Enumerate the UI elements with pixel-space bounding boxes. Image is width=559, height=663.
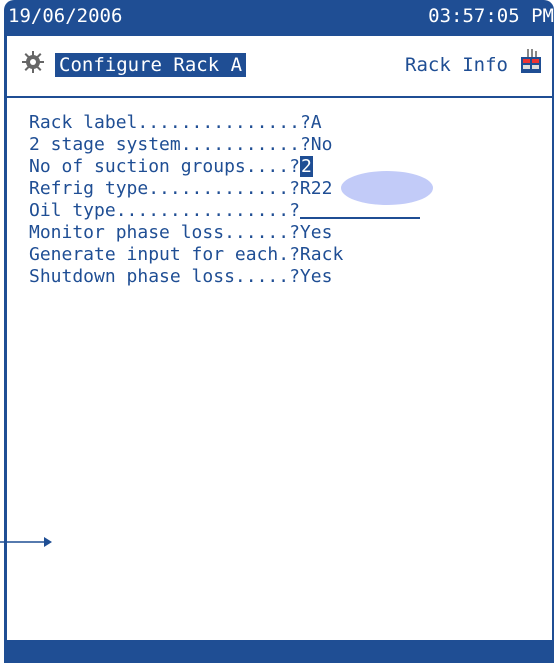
screen-header: Configure Rack A Rack Info (7, 36, 552, 98)
empty-value-field[interactable] (299, 203, 420, 219)
rack-info-icon[interactable] (516, 46, 546, 76)
field-row-monitor-phase-loss[interactable]: Monitor phase loss......?Yes (29, 222, 420, 244)
pointer-arrow-icon (0, 537, 52, 547)
field-value: ?No (299, 134, 333, 155)
rack-info-label[interactable]: Rack Info (405, 53, 508, 77)
field-list: Rack label...............?A 2 stage syst… (29, 112, 420, 288)
gear-icon (22, 51, 44, 73)
rack-config-panel: Rack label...............?A 2 stage syst… (7, 98, 552, 640)
field-label: Monitor phase loss...... (29, 222, 290, 243)
field-label: Shutdown phase loss..... (29, 266, 290, 287)
time-display: 03:57:05 PM (428, 5, 554, 27)
field-value: ?Yes (289, 222, 333, 243)
field-value-prefix: ? (289, 200, 300, 221)
field-label: 2 stage system........... (29, 134, 300, 155)
field-value: ?Rack (289, 244, 344, 265)
text-cursor-value[interactable]: 2 (299, 156, 313, 177)
field-row-generate-input[interactable]: Generate input for each.?Rack (29, 244, 420, 266)
field-label: Generate input for each. (29, 244, 290, 265)
status-bar: 19/06/2006 03:57:05 PM (4, 0, 554, 36)
field-row-shutdown-phase-loss[interactable]: Shutdown phase loss.....?Yes (29, 266, 420, 288)
field-label: Refrig type............. (29, 178, 290, 199)
field-row-rack-label[interactable]: Rack label...............?A (29, 112, 420, 134)
field-label: Rack label............... (29, 112, 300, 133)
field-label: No of suction groups.... (29, 156, 290, 177)
field-row-suction-groups[interactable]: No of suction groups....?2 (29, 156, 420, 178)
field-value-prefix: ? (289, 156, 300, 177)
device-screen: 19/06/2006 03:57:05 PM Configure Rack A … (4, 0, 554, 663)
date-display: 19/06/2006 (8, 5, 123, 27)
field-row-refrig-type[interactable]: Refrig type.............?R22 (29, 178, 420, 200)
field-value: ?R22 (289, 178, 333, 199)
field-row-2-stage-system[interactable]: 2 stage system...........?No (29, 134, 420, 156)
field-row-oil-type[interactable]: Oil type................? (29, 200, 420, 222)
field-label: Oil type................ (29, 200, 290, 221)
field-value: ?A (299, 112, 322, 133)
field-value: ?Yes (289, 266, 333, 287)
screen-title: Configure Rack A (55, 53, 247, 77)
footer-bar (4, 640, 554, 663)
